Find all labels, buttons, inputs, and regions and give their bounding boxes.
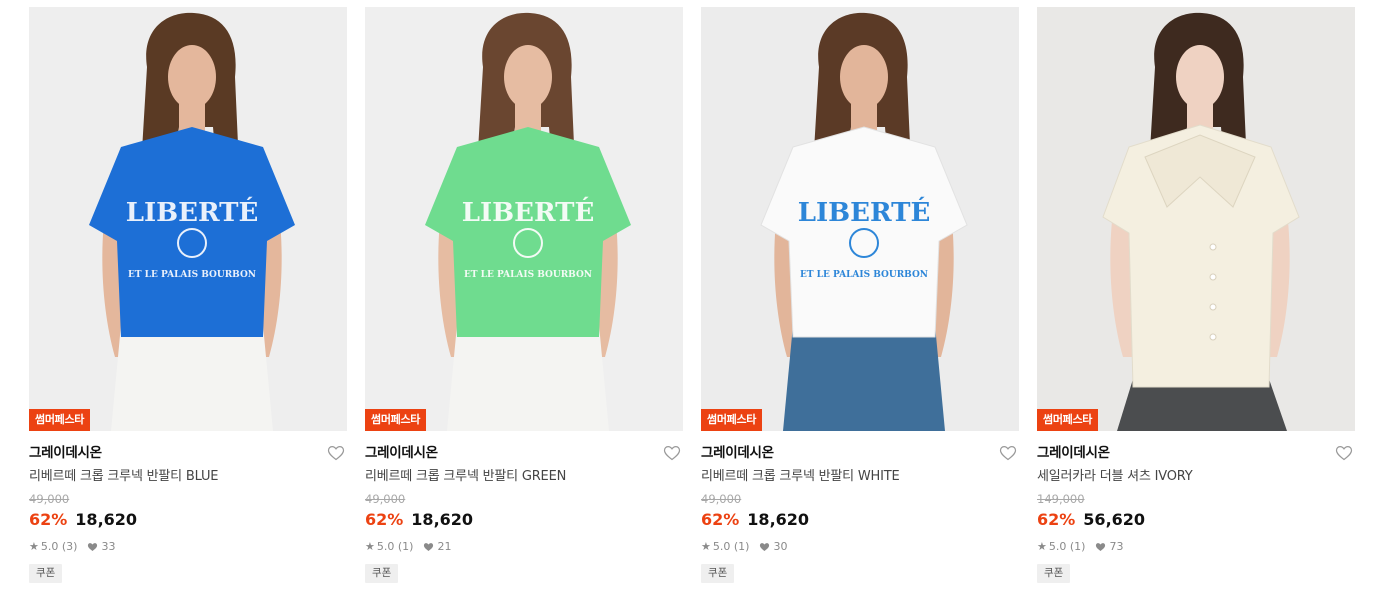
product-image[interactable]: LIBERTÉ ET LE PALAIS BOURBON: [365, 7, 683, 431]
price-row: 62% 56,620: [1037, 510, 1355, 530]
original-price: 49,000: [365, 492, 406, 506]
shirt-button: [1209, 303, 1217, 311]
product-card[interactable]: 썸머페스타 그레이데시온 세일러카라 더블 셔츠 IVORY 149,000 6…: [1037, 7, 1355, 583]
rating-text: 5.0 (1): [712, 540, 750, 553]
brand-name[interactable]: 그레이데시온: [365, 444, 683, 462]
star-icon: ★: [1037, 540, 1047, 553]
original-price: 149,000: [1037, 492, 1085, 506]
shirt-print-text: LIBERTÉ: [462, 196, 595, 228]
promo-badge: 썸머페스타: [365, 409, 427, 431]
product-name[interactable]: 리베르떼 크롭 크루넥 반팔티 GREEN: [365, 468, 683, 486]
shirt-button: [1209, 273, 1217, 281]
brand-name[interactable]: 그레이데시온: [1037, 444, 1355, 462]
price-row: 62% 18,620: [365, 510, 683, 530]
like-count: 33: [101, 540, 116, 553]
top-garment: [425, 127, 631, 337]
product-card[interactable]: LIBERTÉ ET LE PALAIS BOURBON 썸머페스타 그레이데시온…: [29, 7, 347, 583]
coupon-tag: 쿠폰: [29, 564, 63, 583]
original-price: 49,000: [701, 492, 742, 506]
discount-rate: 62%: [701, 510, 740, 529]
product-image[interactable]: LIBERTÉ ET LE PALAIS BOURBON: [701, 7, 1019, 431]
rating-text: 5.0 (3): [40, 540, 78, 553]
discount-rate: 62%: [29, 510, 68, 529]
product-name[interactable]: 세일러카라 더블 셔츠 IVORY: [1037, 468, 1355, 486]
product-info: 그레이데시온 세일러카라 더블 셔츠 IVORY 149,000 62% 56,…: [1037, 431, 1355, 583]
face: [504, 45, 552, 109]
bottom-garment: [111, 325, 273, 431]
coupon-tag: 쿠폰: [365, 564, 399, 583]
wishlist-heart-icon[interactable]: [327, 445, 345, 461]
product-image[interactable]: [1037, 7, 1355, 431]
shirt-print-subtext: ET LE PALAIS BOURBON: [800, 270, 928, 280]
shirt-button: [1209, 243, 1217, 251]
original-price: 49,000: [29, 492, 70, 506]
shirt-print-text: LIBERTÉ: [126, 196, 259, 228]
review-meta: ★ 5.0 (3) 33: [29, 540, 347, 554]
star-icon: ★: [701, 540, 711, 553]
sale-price: 56,620: [1083, 510, 1146, 529]
discount-rate: 62%: [365, 510, 404, 529]
review-meta: ★ 5.0 (1) 73: [1037, 540, 1355, 554]
price-row: 62% 18,620: [29, 510, 347, 530]
shirt-print-text: LIBERTÉ: [798, 196, 931, 228]
wishlist-heart-icon[interactable]: [999, 445, 1017, 461]
coupon-tag: 쿠폰: [701, 564, 735, 583]
heart-filled-icon: [759, 542, 770, 552]
product-photo: [1037, 7, 1355, 431]
face: [168, 45, 216, 109]
product-card[interactable]: LIBERTÉ ET LE PALAIS BOURBON 썸머페스타 그레이데시온…: [701, 7, 1019, 583]
brand-name[interactable]: 그레이데시온: [701, 444, 1019, 462]
product-photo: LIBERTÉ ET LE PALAIS BOURBON: [701, 7, 1019, 431]
heart-filled-icon: [423, 542, 434, 552]
product-info: 그레이데시온 리베르떼 크롭 크루넥 반팔티 BLUE 49,000 62% 1…: [29, 431, 347, 583]
bottom-garment: [783, 325, 945, 431]
rating-text: 5.0 (1): [376, 540, 414, 553]
product-info: 그레이데시온 리베르떼 크롭 크루넥 반팔티 GREEN 49,000 62% …: [365, 431, 683, 583]
heart-filled-icon: [87, 542, 98, 552]
top-garment: [89, 127, 295, 337]
sale-price: 18,620: [75, 510, 138, 529]
promo-badge: 썸머페스타: [1037, 409, 1099, 431]
product-image[interactable]: LIBERTÉ ET LE PALAIS BOURBON: [29, 7, 347, 431]
sale-price: 18,620: [747, 510, 810, 529]
shirt-print-subtext: ET LE PALAIS BOURBON: [464, 270, 592, 280]
top-garment: [760, 126, 968, 338]
coupon-tag: 쿠폰: [1037, 564, 1071, 583]
shirt-button: [1209, 333, 1217, 341]
face: [840, 45, 888, 109]
face: [1176, 45, 1224, 109]
star-icon: ★: [29, 540, 39, 553]
promo-badge: 썸머페스타: [29, 409, 91, 431]
star-icon: ★: [365, 540, 375, 553]
product-photo: LIBERTÉ ET LE PALAIS BOURBON: [365, 7, 683, 431]
wishlist-heart-icon[interactable]: [1335, 445, 1353, 461]
wishlist-heart-icon[interactable]: [663, 445, 681, 461]
heart-filled-icon: [1095, 542, 1106, 552]
like-count: 21: [437, 540, 452, 553]
promo-badge: 썸머페스타: [701, 409, 763, 431]
brand-name[interactable]: 그레이데시온: [29, 444, 347, 462]
product-name[interactable]: 리베르떼 크롭 크루넥 반팔티 WHITE: [701, 468, 1019, 486]
shirt-print-subtext: ET LE PALAIS BOURBON: [128, 270, 256, 280]
product-grid: LIBERTÉ ET LE PALAIS BOURBON 썸머페스타 그레이데시온…: [29, 7, 1355, 583]
rating-text: 5.0 (1): [1048, 540, 1086, 553]
product-info: 그레이데시온 리베르떼 크롭 크루넥 반팔티 WHITE 49,000 62% …: [701, 431, 1019, 583]
discount-rate: 62%: [1037, 510, 1076, 529]
like-count: 30: [773, 540, 788, 553]
product-name[interactable]: 리베르떼 크롭 크루넥 반팔티 BLUE: [29, 468, 347, 486]
review-meta: ★ 5.0 (1) 30: [701, 540, 1019, 554]
price-row: 62% 18,620: [701, 510, 1019, 530]
product-card[interactable]: LIBERTÉ ET LE PALAIS BOURBON 썸머페스타 그레이데시온…: [365, 7, 683, 583]
like-count: 73: [1109, 540, 1124, 553]
product-photo: LIBERTÉ ET LE PALAIS BOURBON: [29, 7, 347, 431]
bottom-garment: [447, 325, 609, 431]
review-meta: ★ 5.0 (1) 21: [365, 540, 683, 554]
sale-price: 18,620: [411, 510, 474, 529]
